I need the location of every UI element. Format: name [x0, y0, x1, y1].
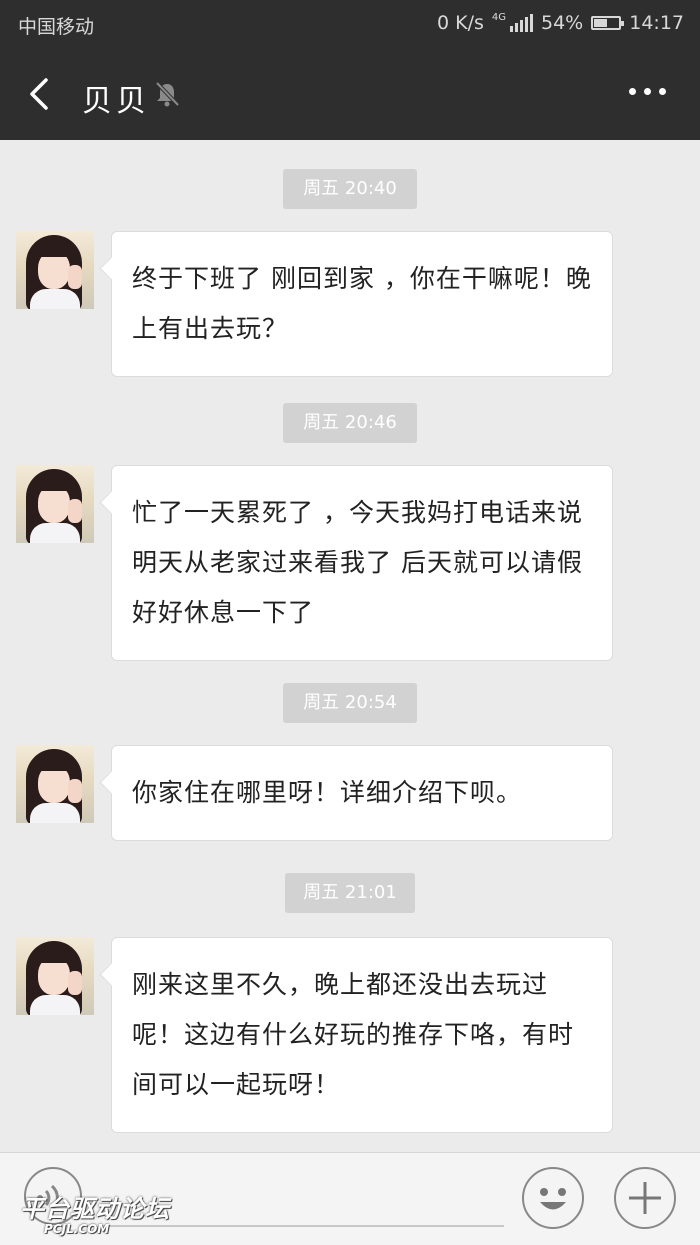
carrier-label: 中国移动 [18, 16, 95, 38]
message-bubble[interactable]: 终于下班了 刚回到家 ，你在干嘛呢！晚上有出去玩？ [111, 231, 613, 377]
message-bubble[interactable]: 忙了一天累死了 ，今天我妈打电话来说明天从老家过来看我了 后天就可以请假好好休息… [111, 465, 613, 661]
network-type: 4G [491, 12, 506, 23]
watermark-text: 平台驱动论坛 [20, 1195, 170, 1223]
message-timestamp: 周五 20:40 [283, 169, 417, 209]
message-bubble[interactable]: 刚来这里不久，晚上都还没出去玩过呢！这边有什么好玩的推存下咯，有时间可以一起玩呀… [111, 937, 613, 1133]
watermark: 平台驱动论坛 PCJL.COM [20, 1196, 170, 1236]
smiley-icon [540, 1188, 566, 1210]
chat-header: 贝贝 [0, 48, 700, 140]
emoji-button[interactable] [522, 1167, 584, 1229]
avatar[interactable] [16, 937, 94, 1015]
plus-icon [629, 1182, 661, 1214]
battery-icon [591, 16, 625, 30]
avatar[interactable] [16, 745, 94, 823]
message-bubble[interactable]: 你家住在哪里呀！详细介绍下呗。 [111, 745, 613, 841]
message-timestamp: 周五 21:01 [285, 873, 415, 913]
message-timestamp: 周五 20:54 [283, 683, 417, 723]
message-list[interactable]: 周五 20:40 终于下班了 刚回到家 ，你在干嘛呢！晚上有出去玩？ 周五 20… [0, 140, 700, 1152]
network-speed: 0 K/s [436, 12, 484, 34]
more-dots-icon[interactable] [629, 88, 666, 95]
status-bar: 中国移动 0 K/s 4G 54% 14:17 [0, 0, 700, 48]
status-right: 0 K/s 4G 54% 14:17 [437, 12, 684, 34]
avatar[interactable] [16, 465, 94, 543]
avatar[interactable] [16, 231, 94, 309]
chevron-left-icon[interactable] [20, 74, 60, 114]
clock: 14:17 [629, 12, 684, 34]
message-timestamp: 周五 20:46 [283, 403, 417, 443]
chat-title[interactable]: 贝贝 [82, 76, 150, 120]
battery-percent: 54% [541, 12, 584, 34]
watermark-url: PCJL.COM [44, 1222, 110, 1236]
plus-button[interactable] [614, 1167, 676, 1229]
signal-icon [510, 14, 533, 32]
bell-off-icon [155, 81, 180, 107]
battery-fill [594, 19, 608, 27]
